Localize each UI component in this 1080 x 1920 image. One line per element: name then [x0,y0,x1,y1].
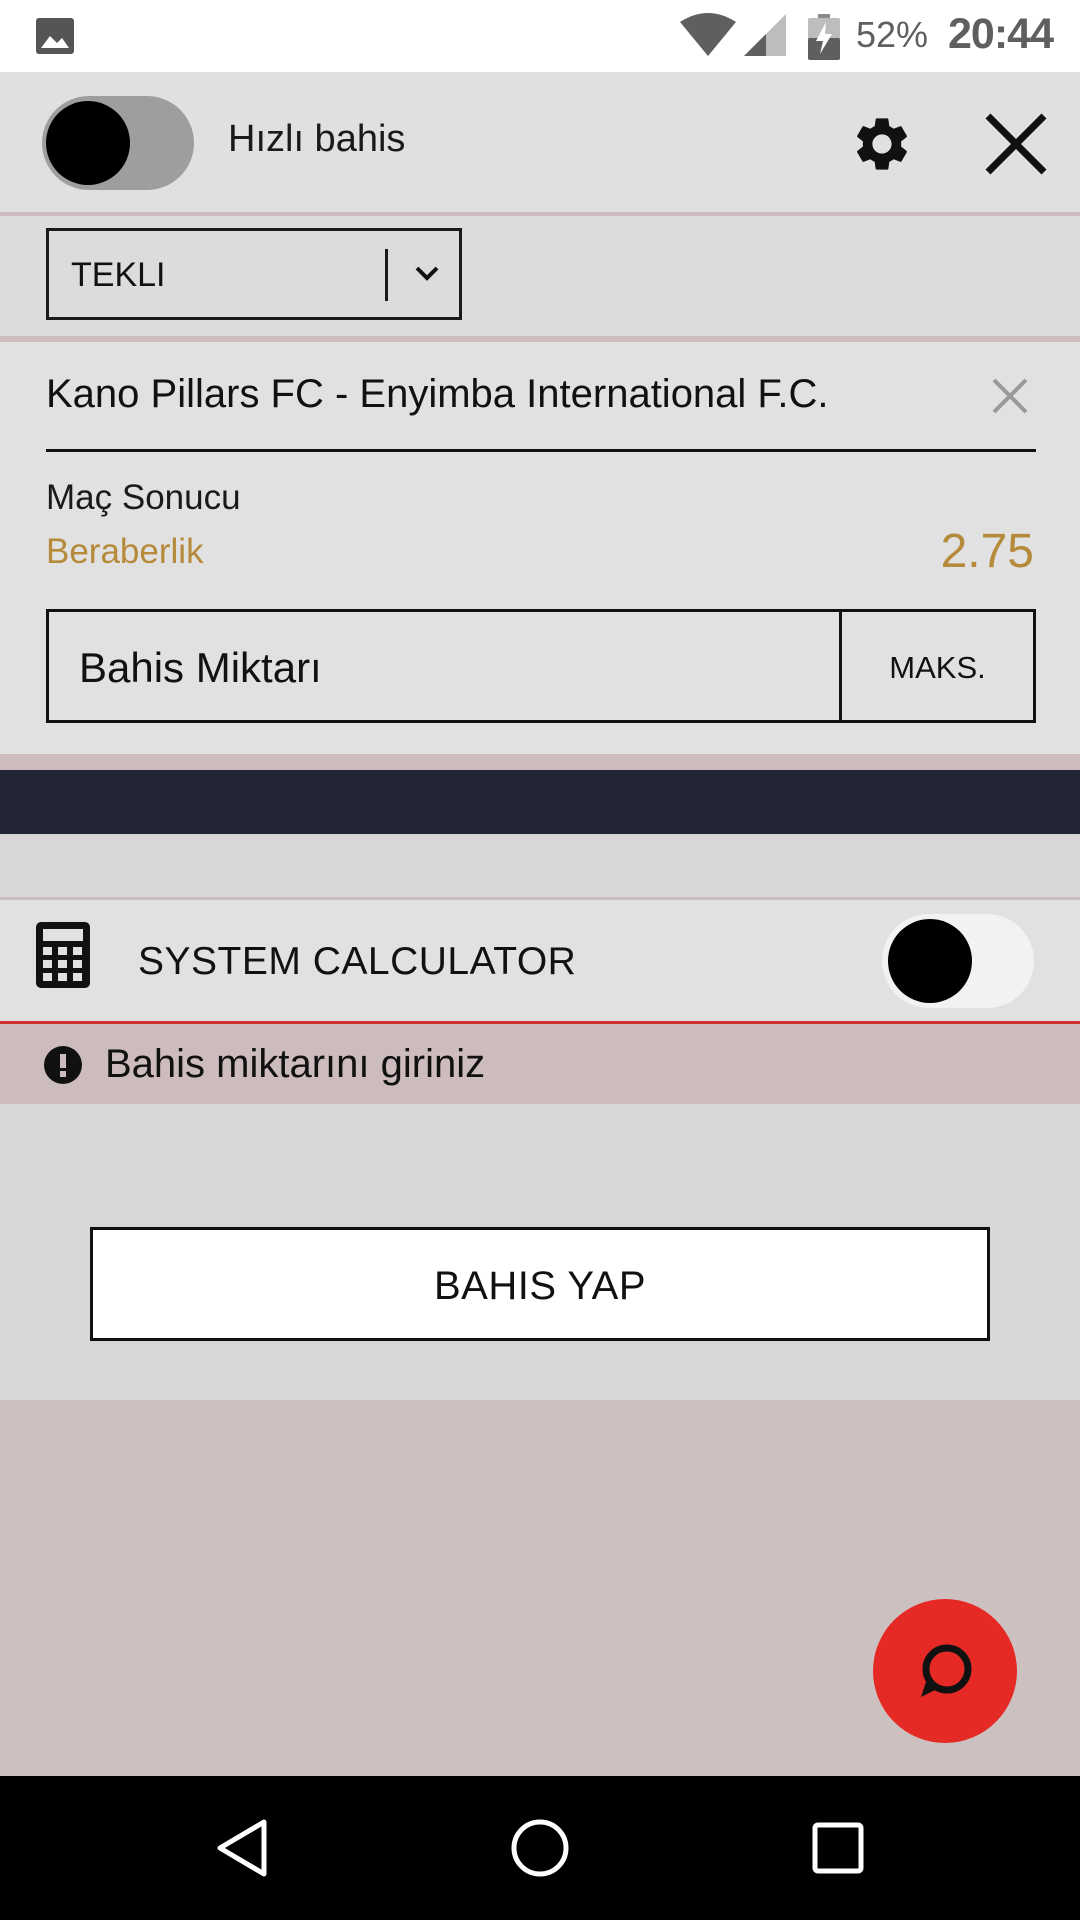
wifi-icon [680,13,736,56]
spacer [0,754,1080,770]
chevron-down-icon [415,266,439,281]
quick-bet-toggle[interactable] [42,96,194,190]
warning-text: Bahis miktarını giriniz [105,1042,486,1086]
max-button[interactable]: MAKS. [839,612,1033,720]
back-icon[interactable] [214,1818,270,1878]
chat-button[interactable] [873,1599,1017,1743]
odds-value: 2.75 [940,525,1034,578]
image-icon [36,18,74,54]
match-divider [46,449,1036,452]
system-calculator-toggle[interactable] [882,914,1034,1008]
close-icon[interactable] [980,108,1052,180]
signal-icon [744,14,786,56]
recent-apps-icon[interactable] [812,1822,864,1874]
battery-percent: 52% [856,14,929,55]
toggle-knob [888,919,972,1003]
system-calculator-label: SYSTEM CALCULATOR [138,940,577,983]
stake-input[interactable]: Bahis Miktarı MAKS. [46,609,1036,723]
home-icon[interactable] [510,1818,570,1878]
calculator-icon [36,922,90,988]
select-divider [385,249,388,301]
stake-placeholder: Bahis Miktarı [79,644,322,691]
battery-charging-icon [808,14,840,60]
match-name: Kano Pillars FC - Enyimba International … [46,372,829,416]
market-name: Maç Sonucu [46,478,241,517]
place-bet-button[interactable]: BAHIS YAP [90,1227,990,1341]
chat-bubble-icon [921,1644,972,1697]
remove-bet-icon[interactable] [990,376,1030,416]
quick-bet-label: Hızlı bahis [228,118,406,160]
spacer [0,834,1080,898]
dark-bar [0,770,1080,834]
status-bar: 52% 20:44 [0,0,1080,72]
gear-icon[interactable] [850,112,914,176]
bet-type-select[interactable]: TEKLI [46,228,462,320]
max-button-label: MAKS. [889,650,986,685]
selection-name: Beraberlik [46,532,204,571]
place-bet-label: BAHIS YAP [434,1264,646,1308]
toggle-knob [46,101,130,185]
clock: 20:44 [948,10,1054,58]
bet-type-value: TEKLI [71,256,166,294]
warning-icon [44,1046,82,1084]
